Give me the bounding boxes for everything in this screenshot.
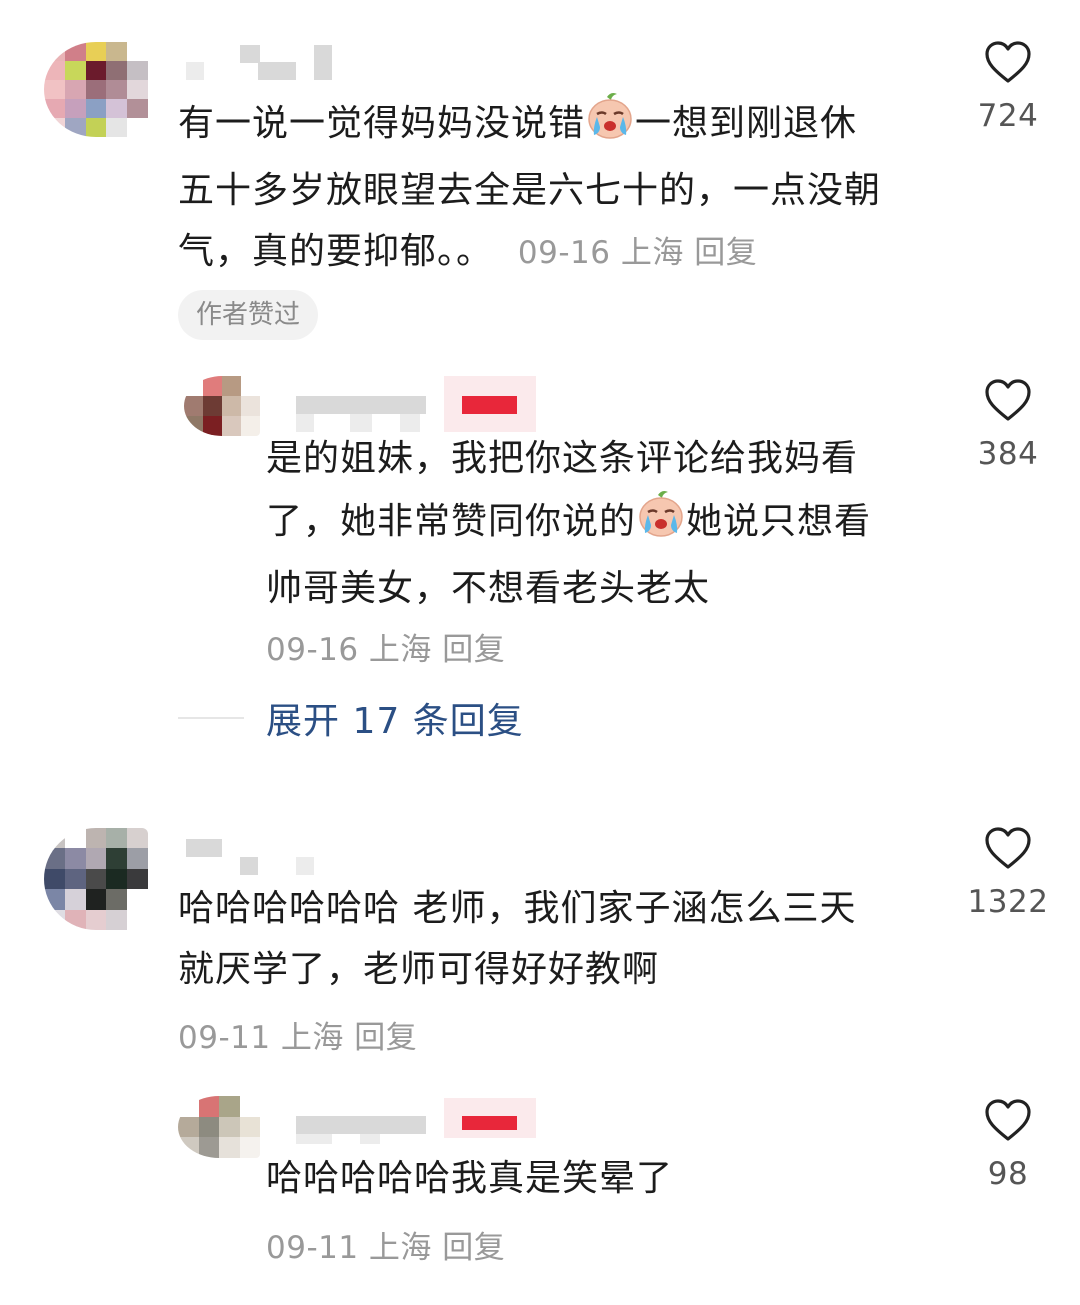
like-button[interactable]: 98 bbox=[953, 1098, 1063, 1192]
username-blurred bbox=[296, 857, 314, 875]
like-button[interactable]: 1322 bbox=[953, 826, 1063, 920]
username-blurred bbox=[258, 62, 296, 80]
author-badge-blurred bbox=[462, 1116, 517, 1130]
reply-text: 是的姐妹，我把你这条评论给我妈看 了，她非常赞同你说的 她说只想看 帅哥美女，不… bbox=[266, 438, 872, 609]
avatar[interactable] bbox=[44, 828, 148, 930]
crying-face-emoji-icon bbox=[585, 91, 635, 160]
author-liked-badge: 作者赞过 bbox=[178, 290, 319, 340]
reply-meta[interactable]: 09-16 上海 回复 bbox=[266, 624, 505, 669]
heart-outline-icon[interactable] bbox=[984, 40, 1032, 84]
like-count: 1322 bbox=[967, 884, 1049, 920]
avatar[interactable] bbox=[44, 42, 148, 137]
username-blurred[interactable] bbox=[186, 839, 222, 857]
username-blurred bbox=[240, 45, 260, 63]
heart-outline-icon[interactable] bbox=[984, 826, 1032, 870]
username-blurred[interactable] bbox=[296, 396, 426, 414]
username-blurred[interactable] bbox=[186, 62, 204, 80]
username-blurred bbox=[314, 45, 332, 80]
like-count: 384 bbox=[977, 436, 1039, 472]
author-badge-blurred bbox=[462, 396, 517, 414]
comment-meta[interactable]: 09-11 上海 回复 bbox=[178, 1012, 417, 1057]
comment-meta[interactable]: 09-16 上海 回复 bbox=[518, 235, 757, 271]
like-button[interactable]: 724 bbox=[953, 40, 1063, 134]
crying-face-emoji-icon bbox=[636, 489, 686, 558]
like-count: 724 bbox=[977, 98, 1039, 134]
username-blurred[interactable] bbox=[296, 1116, 426, 1134]
avatar[interactable] bbox=[184, 376, 260, 436]
comment-text: 哈哈哈哈哈哈 老师，我们家子涵怎么三天 就厌学了，老师可得好好教啊 bbox=[178, 888, 857, 990]
divider bbox=[178, 717, 244, 719]
reply-text: 哈哈哈哈哈我真是笑晕了 bbox=[266, 1158, 674, 1199]
heart-outline-icon[interactable] bbox=[984, 1098, 1032, 1142]
like-count: 98 bbox=[987, 1156, 1029, 1192]
avatar[interactable] bbox=[178, 1096, 260, 1158]
username-blurred bbox=[360, 1134, 380, 1144]
reply-meta[interactable]: 09-11 上海 回复 bbox=[266, 1222, 505, 1267]
expand-replies-link[interactable]: 展开 17 条回复 bbox=[266, 692, 524, 744]
username-blurred bbox=[296, 1134, 332, 1144]
username-blurred bbox=[240, 857, 258, 875]
like-button[interactable]: 384 bbox=[953, 378, 1063, 472]
heart-outline-icon[interactable] bbox=[984, 378, 1032, 422]
comment-text: 有一说一觉得妈妈没说错 一想到刚退休 五十多岁放眼望去全是六七十的，一点没朝 气… bbox=[178, 91, 938, 284]
